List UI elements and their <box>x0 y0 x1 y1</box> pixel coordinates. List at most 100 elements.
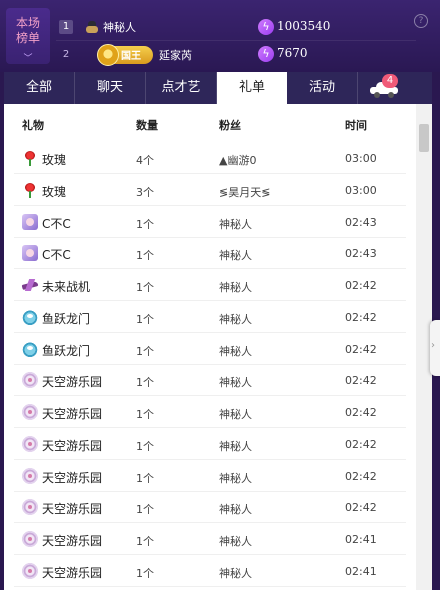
tab-activity[interactable]: 活动 <box>287 72 358 104</box>
gift-quantity: 1个 <box>136 312 154 326</box>
gift-quantity: 1个 <box>136 217 154 231</box>
fan-name[interactable]: 神秘人 <box>219 343 252 359</box>
fish-gift-icon <box>22 308 38 325</box>
jet-gift-icon <box>22 277 38 293</box>
ranking-toggle[interactable]: 本场 榜单 ﹀ <box>6 8 50 64</box>
fan-name[interactable]: 神秘人 <box>219 279 252 295</box>
gift-quantity: 1个 <box>136 439 154 453</box>
table-row: 鱼跃龙门 1个 神秘人 02:42 <box>14 301 406 333</box>
table-row: 玫瑰 4个 ▲幽游0 03:00 <box>14 142 406 174</box>
mystery-hat-icon <box>85 20 99 34</box>
ranking-header: 本场 榜单 ﹀ 1 神秘人 ϟ 1003540 2 国王 延家芮 ϟ 7670 … <box>0 0 440 72</box>
fan-name[interactable]: 神秘人 <box>219 247 252 263</box>
tab-car[interactable]: 4 <box>358 72 432 104</box>
fan-name[interactable]: 神秘人 <box>219 374 252 390</box>
gift-list-panel: 礼物 数量 粉丝 时间 玫瑰 4个 ▲幽游0 03:00 玫瑰 3个 ≶昊月天≶ 03:00 C… <box>4 104 432 590</box>
tab-bar: 全部 聊天 点才艺 礼单 活动 4 <box>4 72 432 104</box>
fan-name[interactable]: 神秘人 <box>219 216 252 232</box>
tab-chat[interactable]: 聊天 <box>75 72 146 104</box>
fan-name[interactable]: 神秘人 <box>219 565 252 581</box>
gift-name: 天空游乐园 <box>42 470 103 485</box>
fan-name[interactable]: 神秘人 <box>219 470 252 486</box>
gift-time: 02:42 <box>345 374 377 388</box>
gift-time: 02:42 <box>345 437 377 451</box>
ranking-toggle-line1: 本场 <box>15 16 40 30</box>
rank-user-name: 神秘人 <box>103 21 136 34</box>
gift-quantity: 1个 <box>136 408 154 421</box>
gift-time: 02:43 <box>345 215 377 229</box>
king-badge: 国王 <box>97 43 153 66</box>
park-gift-icon <box>22 372 38 389</box>
ranking-row-2[interactable]: 2 国王 延家芮 <box>56 40 416 68</box>
gift-quantity: 1个 <box>136 344 154 358</box>
scroll-thumb[interactable] <box>419 124 429 152</box>
gift-quantity: 1个 <box>136 471 154 485</box>
gift-time: 03:00 <box>345 152 377 165</box>
tab-all[interactable]: 全部 <box>4 72 75 104</box>
header-gift: 礼物 <box>22 119 44 132</box>
gift-time: 02:42 <box>345 469 377 483</box>
fan-name[interactable]: 神秘人 <box>219 311 252 327</box>
fan-name[interactable]: 神秘人 <box>219 406 252 422</box>
side-collapse-handle[interactable]: › <box>430 320 440 376</box>
park-gift-icon <box>22 435 38 452</box>
tab-talent[interactable]: 点才艺 <box>146 72 217 104</box>
table-row: 天空游乐园 1个 神秘人 02:41 <box>14 523 406 555</box>
gift-quantity: 1个 <box>136 376 154 390</box>
fan-name[interactable]: 神秘人 <box>219 438 252 454</box>
king-badge-label: 国王 <box>121 51 141 62</box>
table-header: 礼物 数量 粉丝 时间 <box>4 104 414 142</box>
fan-name[interactable]: 神秘人 <box>219 533 252 549</box>
ranking-toggle-line2: 榜单 <box>15 31 40 45</box>
crown-medal-icon <box>97 43 119 66</box>
rank-number: 2 <box>62 48 70 60</box>
gift-time: 02:41 <box>345 564 377 578</box>
notification-badge: 4 <box>382 74 398 88</box>
gift-name: 天空游乐园 <box>42 502 103 517</box>
chevron-right-icon: › <box>431 340 435 351</box>
fan-name[interactable]: ≶昊月天≶ <box>219 184 270 200</box>
gift-name: 玫瑰 <box>42 153 67 167</box>
gift-time: 02:42 <box>345 310 377 324</box>
table-row: C不C 1个 神秘人 02:43 <box>14 237 406 270</box>
gift-name: 玫瑰 <box>42 184 67 199</box>
gift-quantity: 1个 <box>136 535 154 548</box>
table-row: 玫瑰 3个 ≶昊月天≶ 03:00 <box>14 174 406 206</box>
gift-quantity: 1个 <box>136 249 154 263</box>
gift-name: 鱼跃龙门 <box>42 343 91 358</box>
fan-name[interactable]: ▲幽游0 <box>219 152 256 168</box>
gift-quantity: 1个 <box>136 503 154 517</box>
park-gift-icon <box>22 467 38 484</box>
rank-user-name: 延家芮 <box>159 48 192 62</box>
gift-quantity: 1个 <box>136 281 154 294</box>
fan-name[interactable]: 神秘人 <box>219 501 252 517</box>
park-gift-icon <box>22 499 38 516</box>
table-row: 天空游乐园 1个 神秘人 02:42 <box>14 460 406 492</box>
ranking-row-1[interactable]: 1 神秘人 <box>56 14 416 40</box>
fish-gift-icon <box>22 340 38 357</box>
cbc-gift-icon <box>22 213 38 230</box>
table-row: 天空游乐园 1个 神秘人 02:42 <box>14 428 406 460</box>
gift-name: 天空游乐园 <box>42 565 103 580</box>
table-row: 天空游乐园 1个 神秘人 02:42 <box>14 364 406 397</box>
table-row: 鱼跃龙门 1个 神秘人 02:42 <box>14 333 406 365</box>
gift-name: 天空游乐园 <box>42 534 103 548</box>
gift-name: 未来战机 <box>42 280 91 294</box>
header-time: 时间 <box>345 119 367 132</box>
gift-time: 02:42 <box>345 342 377 356</box>
rose-gift-icon <box>22 150 38 166</box>
help-icon[interactable]: ? <box>414 14 428 28</box>
gift-quantity: 4个 <box>136 154 154 167</box>
gift-time: 03:00 <box>345 183 377 197</box>
gift-name: 天空游乐园 <box>42 438 103 453</box>
header-qty: 数量 <box>136 119 158 132</box>
tab-gift-list[interactable]: 礼单 <box>217 72 287 104</box>
energy-bolt-icon: ϟ <box>258 46 274 62</box>
gift-time: 02:41 <box>345 533 377 546</box>
gift-time: 02:42 <box>345 279 377 292</box>
chevron-down-icon: ﹀ <box>23 54 33 64</box>
header-fan: 粉丝 <box>219 119 241 132</box>
cbc-gift-icon <box>22 245 38 262</box>
table-row: 天空游乐园 1个 神秘人 02:42 <box>14 396 406 428</box>
rank-score: 7670 <box>277 46 308 60</box>
